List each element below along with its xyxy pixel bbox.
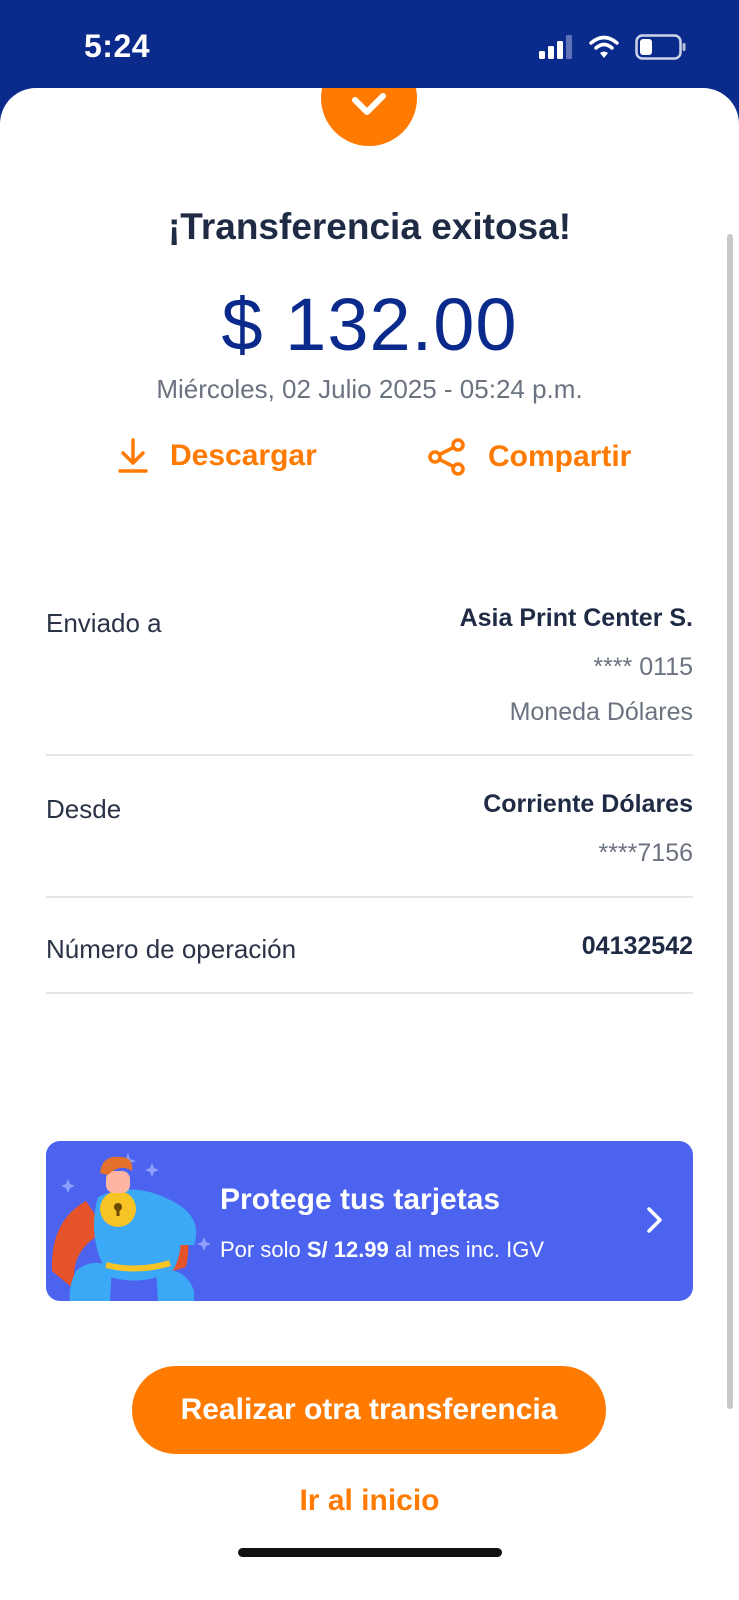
promo-price: S/ 12.99 bbox=[306, 1237, 389, 1262]
transfer-amount: $ 132.00 bbox=[221, 283, 518, 366]
divider bbox=[46, 992, 693, 994]
new-transfer-button[interactable]: Realizar otra transferencia bbox=[132, 1366, 606, 1454]
recipient-account: **** 0115 bbox=[593, 653, 693, 681]
share-label: Compartir bbox=[488, 440, 632, 473]
detail-row-from: Desde Corriente Dólares ****7156 bbox=[46, 790, 693, 880]
recipient-name: Asia Print Center S. bbox=[459, 604, 693, 632]
status-icons bbox=[539, 34, 687, 60]
divider bbox=[46, 754, 693, 756]
source-account-number: ****7156 bbox=[598, 839, 693, 867]
detail-row-operation: Número de operación 04132542 bbox=[46, 932, 693, 972]
source-account-name: Corriente Dólares bbox=[483, 790, 693, 818]
operation-number: 04132542 bbox=[581, 932, 693, 960]
operation-label: Número de operación bbox=[46, 934, 297, 964]
detail-row-sent-to: Enviado a Asia Print Center S. **** 0115… bbox=[46, 604, 693, 734]
status-time: 5:24 bbox=[84, 28, 151, 64]
promo-subtitle: Por solo S/ 12.99 al mes inc. IGV bbox=[220, 1237, 545, 1262]
home-indicator bbox=[238, 1548, 502, 1557]
sent-to-values: Asia Print Center S. **** 0115 Moneda Dó… bbox=[460, 604, 693, 727]
share-icon bbox=[428, 438, 465, 476]
go-home-link[interactable]: Ir al inicio bbox=[0, 1484, 739, 1518]
chevron-right-icon bbox=[647, 1207, 662, 1233]
checkmark-icon bbox=[352, 93, 386, 115]
transfer-datetime: Miércoles, 02 Julio 2025 - 05:24 p.m. bbox=[156, 374, 583, 404]
promo-title: Protege tus tarjetas bbox=[220, 1183, 501, 1216]
recipient-currency: Moneda Dólares bbox=[509, 698, 693, 726]
sent-to-label: Enviado a bbox=[46, 608, 162, 638]
success-badge bbox=[321, 88, 417, 146]
cellular-signal-icon bbox=[539, 35, 572, 59]
from-values: Corriente Dólares ****7156 bbox=[483, 790, 693, 868]
status-bar: 5:24 bbox=[0, 0, 739, 95]
download-label: Descargar bbox=[170, 439, 317, 472]
card-protection-banner[interactable]: Protege tus tarjetas Por solo S/ 12.99 a… bbox=[46, 1141, 693, 1301]
share-button[interactable]: Compartir bbox=[428, 438, 631, 476]
download-button[interactable]: Descargar bbox=[118, 438, 317, 474]
operation-values: 04132542 bbox=[582, 932, 693, 961]
download-icon bbox=[118, 438, 148, 473]
divider bbox=[46, 896, 693, 898]
page-title: ¡Transferencia exitosa! bbox=[167, 206, 572, 247]
receipt-sheet: ¡Transferencia exitosa! $ 132.00 Miércol… bbox=[0, 88, 739, 1600]
battery-icon bbox=[635, 34, 686, 60]
superhero-illustration bbox=[51, 1153, 211, 1301]
wifi-icon bbox=[589, 35, 619, 58]
from-label: Desde bbox=[46, 794, 122, 824]
scrollbar[interactable] bbox=[727, 234, 733, 1409]
